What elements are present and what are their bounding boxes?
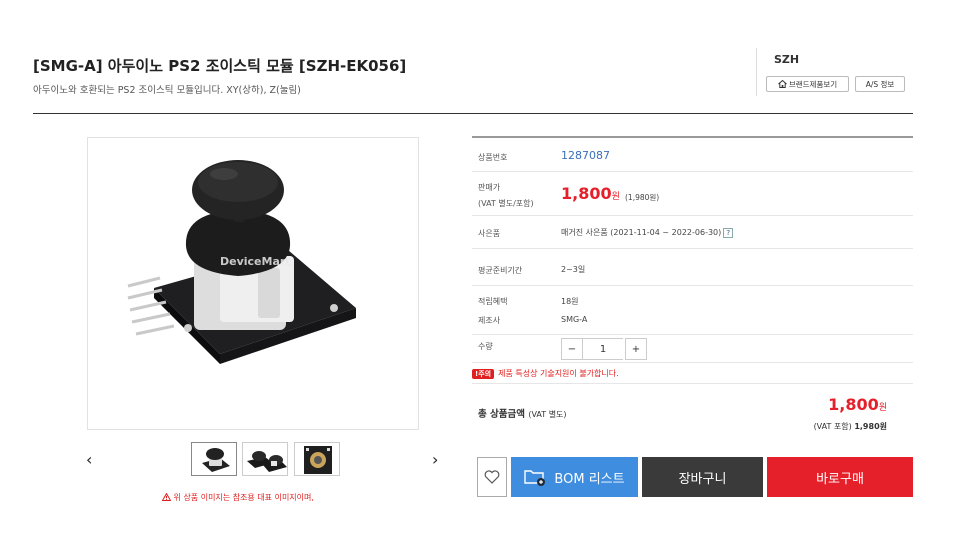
- thumbnail-3[interactable]: [294, 442, 340, 476]
- lead-time-label: 평균준비기간: [478, 266, 523, 275]
- warning-text: 제품 특성상 기술지원이 불가합니다.: [498, 369, 619, 378]
- quantity-label: 수량: [478, 342, 493, 351]
- warning-icon: [161, 492, 172, 501]
- product-subtitle: 아두이노와 호환되는 PS2 조이스틱 모듈입니다. XY(상하), Z(눌림): [33, 85, 301, 96]
- image-notice-text: 위 상품 이미지는 참조용 대표 이미지이며,: [173, 493, 314, 502]
- points-label: 적립혜택: [478, 297, 508, 306]
- lead-time-value: 2~3일: [561, 265, 586, 274]
- main-product-image: DeviceMart: [87, 137, 419, 430]
- price-label-sub: (VAT 별도/포함): [478, 199, 534, 208]
- total-price: 1,800원: [828, 395, 887, 414]
- thumbnail-2[interactable]: [242, 442, 288, 476]
- brand-name[interactable]: SZH: [774, 53, 799, 66]
- total-label-sub: (VAT 별도): [528, 410, 567, 419]
- next-image-arrow[interactable]: ›: [432, 452, 438, 468]
- total-vat-label: (VAT 포함): [813, 422, 852, 431]
- total-label: 총 상품금액 (VAT 별도): [478, 406, 567, 420]
- maker-value: SMG-A: [561, 315, 588, 324]
- prev-image-arrow[interactable]: ‹: [86, 452, 92, 468]
- joystick-image: DeviceMart: [127, 160, 356, 364]
- gift-value-text: 매거진 사은품 (2021-11-04 ~ 2022-06-30): [561, 228, 722, 237]
- total-label-text: 총 상품금액: [478, 409, 526, 420]
- image-notice: 위 상품 이미지는 참조용 대표 이미지이며,: [161, 492, 314, 503]
- total-price-value: 1,800: [828, 395, 879, 414]
- brand-products-label: 브랜드제품보기: [788, 79, 838, 89]
- thumbnail-module-image: [304, 446, 332, 474]
- gift-value: 매거진 사은품 (2021-11-04 ~ 2022-06-30)?: [561, 227, 734, 238]
- sale-price-unit: 원: [611, 192, 620, 202]
- header-divider: [33, 113, 913, 114]
- buy-now-button[interactable]: 바로구매: [767, 457, 913, 497]
- folder-plus-icon: [524, 470, 546, 486]
- row-divider: [472, 248, 913, 249]
- product-code: 1287087: [561, 149, 610, 162]
- bom-list-button[interactable]: BOM 리스트: [511, 457, 638, 497]
- sale-price-value: 1,800: [561, 184, 612, 203]
- add-to-cart-button[interactable]: 장바구니: [642, 457, 763, 497]
- sale-price-vat: (1,980원): [625, 193, 660, 202]
- row-divider: [472, 362, 913, 363]
- row-divider: [472, 285, 913, 286]
- row-divider: [472, 215, 913, 216]
- home-icon: [778, 80, 787, 88]
- image-watermark: DeviceMart: [220, 255, 291, 268]
- total-vat: (VAT 포함) 1,980원: [814, 421, 887, 432]
- heart-icon: [484, 470, 500, 484]
- sale-price: 1,800원: [561, 184, 620, 203]
- qty-plus-button[interactable]: +: [625, 338, 647, 360]
- total-divider: [472, 383, 913, 384]
- bom-list-label: BOM 리스트: [554, 471, 625, 487]
- row-divider: [472, 171, 913, 172]
- thumbnail-1[interactable]: [191, 442, 237, 476]
- total-price-unit: 원: [878, 403, 887, 413]
- qty-input[interactable]: 1: [583, 338, 623, 360]
- tech-support-warning: !주의 제품 특성상 기술지원이 불가합니다.: [472, 368, 619, 379]
- brand-products-button[interactable]: 브랜드제품보기: [766, 76, 849, 92]
- thumbnail-joystick-image: [247, 451, 287, 472]
- wishlist-button[interactable]: [477, 457, 507, 497]
- points-value: 18원: [561, 297, 579, 306]
- row-divider: [472, 334, 913, 335]
- info-top-border: [472, 136, 913, 138]
- qty-minus-button[interactable]: −: [561, 338, 583, 360]
- maker-label: 제조사: [478, 316, 501, 325]
- thumbnail-joystick-image: [202, 448, 230, 472]
- product-title: [SMG-A] 아두이노 PS2 조이스틱 모듈 [SZH-EK056]: [33, 57, 407, 75]
- as-info-button[interactable]: A/S 정보: [855, 76, 905, 92]
- gift-label: 사은품: [478, 229, 501, 238]
- price-label: 판매가: [478, 183, 501, 192]
- help-icon[interactable]: ?: [723, 227, 734, 238]
- warning-badge: !주의: [472, 368, 495, 379]
- total-vat-price: 1,980원: [854, 422, 887, 431]
- product-code-label: 상품번호: [478, 153, 508, 162]
